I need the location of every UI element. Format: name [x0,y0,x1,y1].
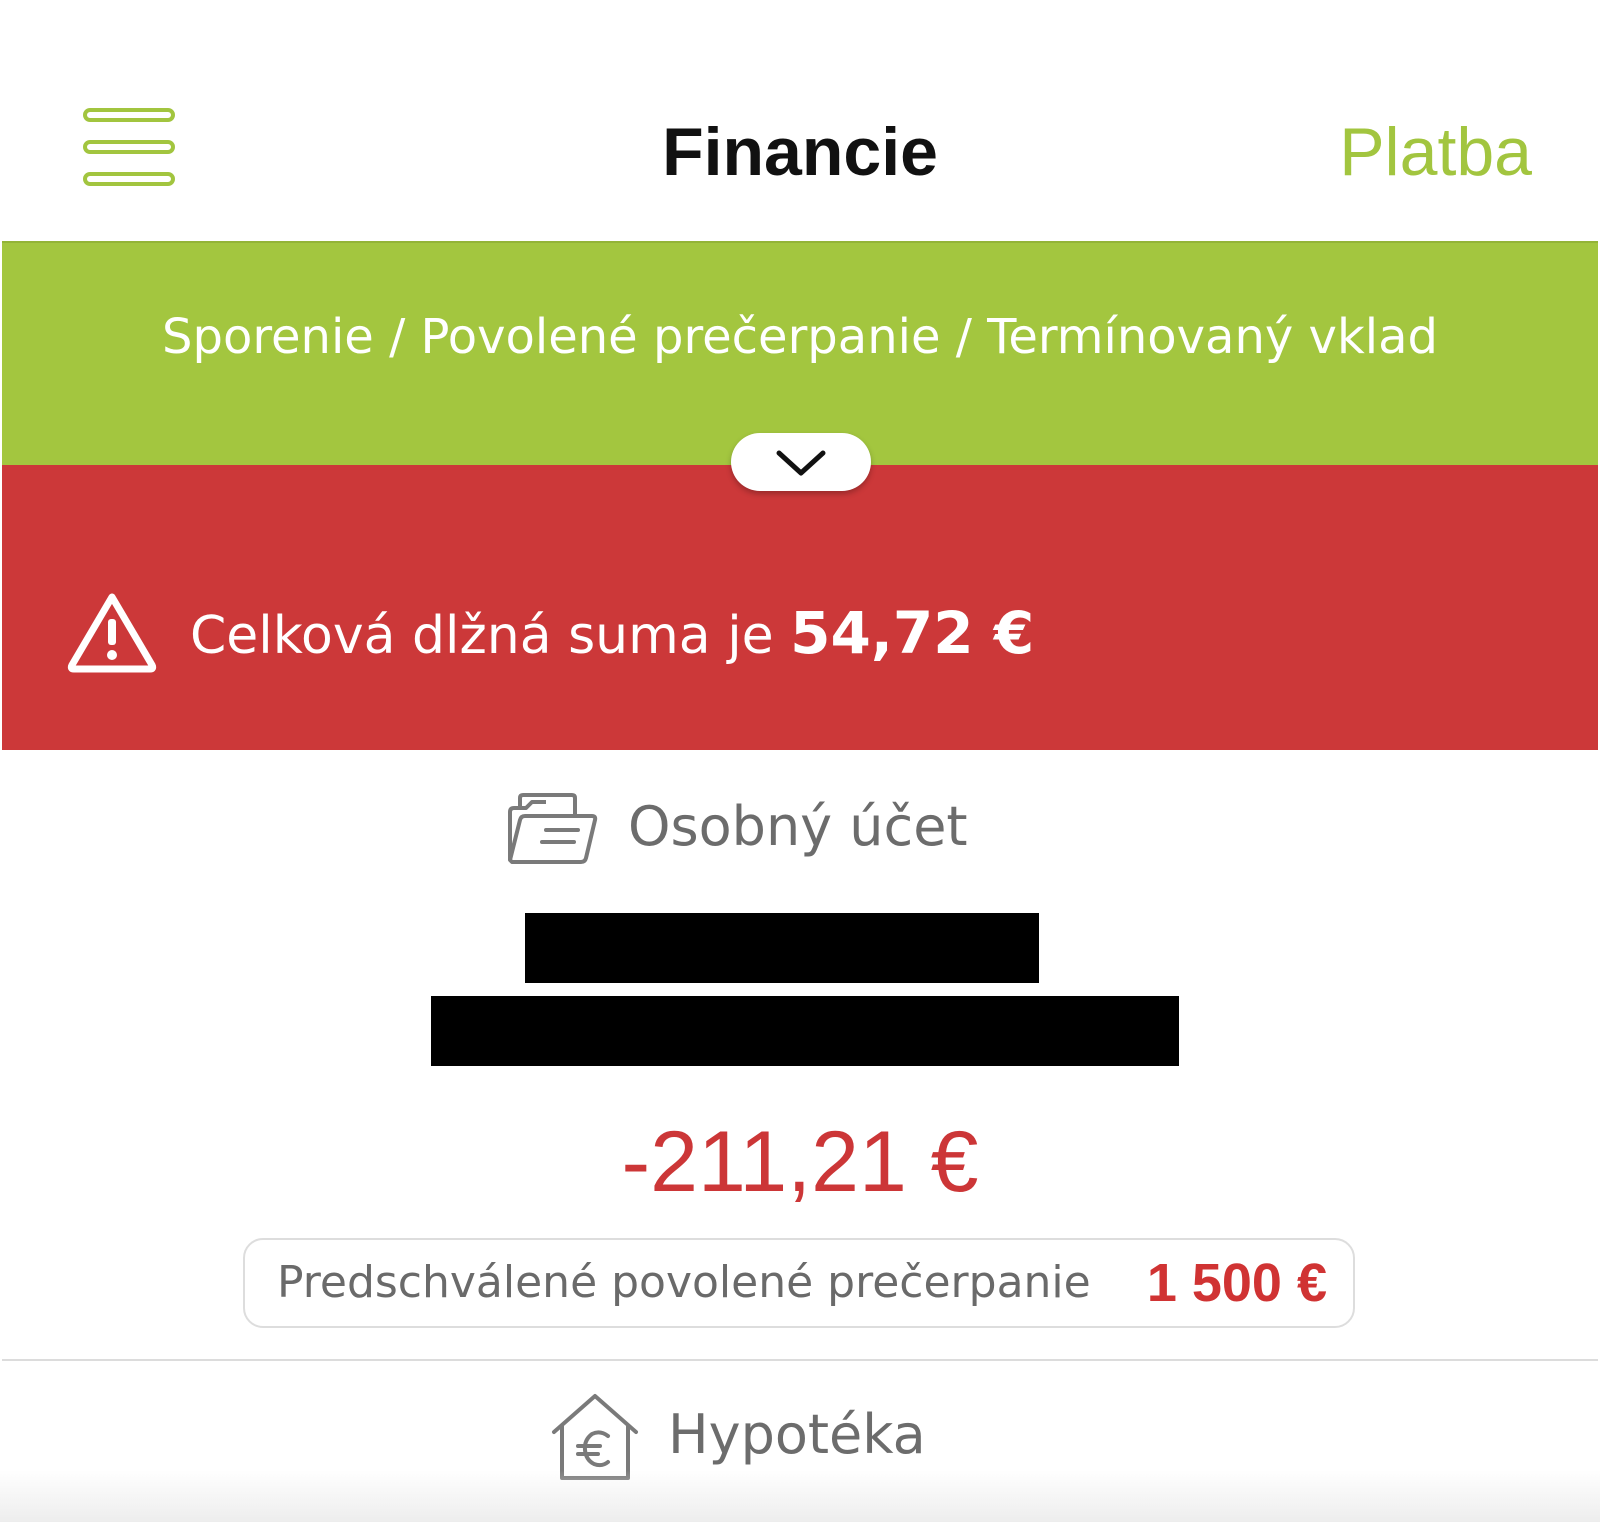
preapproved-overdraft-box[interactable]: Predschválené povolené prečerpanie 1 500… [243,1238,1355,1328]
debt-alert-label: Celková dlžná suma je [190,606,791,666]
section-divider [2,1359,1598,1361]
debt-alert-text: Celková dlžná suma je 54,72 € [190,601,1034,668]
top-bar: Financie Platba [0,0,1600,242]
redacted-account-number [431,996,1179,1066]
account-balance: -211,21 € [621,1114,979,1210]
product-tabs: Sporenie / Povolené prečerpanie / Termín… [2,307,1598,367]
expand-tabs-button[interactable] [731,433,871,491]
mortgage-label: Hypotéka [668,1403,926,1466]
house-euro-icon [552,1394,638,1480]
folder-icon [508,793,598,864]
tab-term-deposit[interactable]: Termínovaný vklad [987,309,1438,365]
warning-triangle-icon [67,593,157,673]
mortgage-section-header[interactable]: Hypotéka [0,1392,1600,1482]
overdraft-label: Predschválené povolené prečerpanie [277,1257,1091,1308]
chevron-down-icon [776,450,826,476]
payment-button[interactable]: Platba [1339,112,1532,192]
overdraft-amount: 1 500 € [1146,1253,1327,1313]
app-screen: Financie Platba Sporenie / Povolené preč… [0,0,1600,1522]
debt-alert-banner: Celková dlžná suma je 54,72 € [2,465,1598,750]
tab-savings[interactable]: Sporenie [162,309,374,365]
debt-amount: 54,72 € [790,599,1035,667]
tab-separator: / [373,309,421,365]
redacted-account-name [525,913,1039,983]
bottom-fade [0,1470,1600,1522]
account-type-label: Osobný účet [628,795,968,858]
tab-separator: / [940,309,988,365]
account-header[interactable]: Osobný účet [0,790,1600,870]
tab-overdraft[interactable]: Povolené prečerpanie [421,309,941,365]
